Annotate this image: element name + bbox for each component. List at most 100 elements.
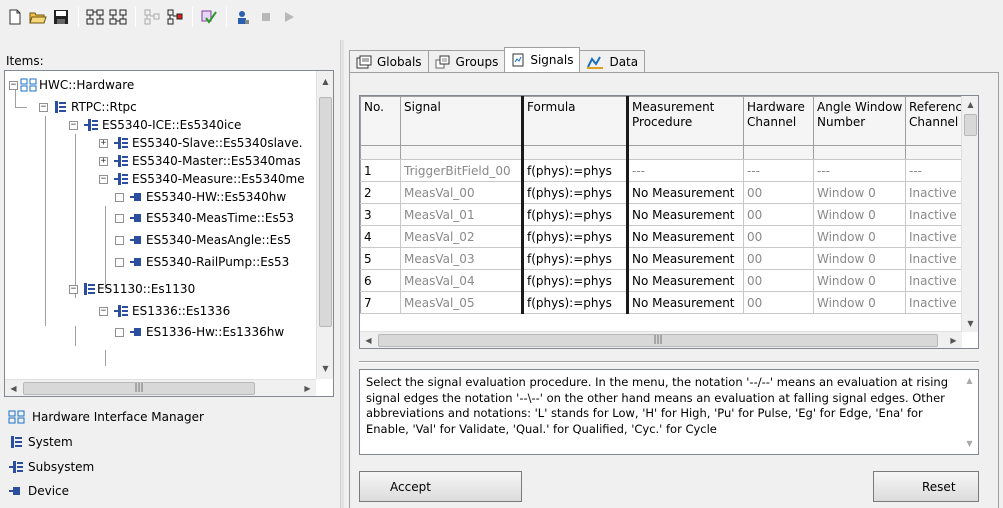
- scroll-up-icon[interactable]: ▲: [317, 73, 333, 90]
- table-row[interactable]: 5 MeasVal_03 f(phys):=phys No Measuremen…: [360, 247, 978, 270]
- tab-signals[interactable]: Signals: [504, 47, 581, 72]
- scroll-left-icon[interactable]: ◀: [5, 380, 22, 396]
- cell-hardware-channel[interactable]: 00: [743, 225, 814, 248]
- tree-item[interactable]: ES5340-HW::Es5340hw: [115, 188, 286, 206]
- tab-groups[interactable]: Groups: [427, 50, 506, 72]
- tree-item[interactable]: − ES1130::Es1130: [69, 280, 195, 298]
- description-scrollbar[interactable]: ▲ ▼: [961, 370, 978, 454]
- tree-item[interactable]: − ES1336::Es1336: [99, 302, 230, 320]
- scroll-down-icon[interactable]: ▼: [961, 435, 978, 452]
- tab-data[interactable]: Data: [579, 50, 646, 72]
- cell-measurement-procedure[interactable]: No Measurement: [626, 269, 744, 292]
- cell-measurement-procedure[interactable]: No Measurement: [626, 203, 744, 226]
- expand-icon[interactable]: +: [99, 156, 108, 166]
- cell-angle-window[interactable]: Window 0: [813, 203, 906, 226]
- cell-angle-window[interactable]: Window 0: [813, 269, 906, 292]
- new-file-icon[interactable]: [4, 6, 26, 28]
- table-row[interactable]: 6 MeasVal_04 f(phys):=phys No Measuremen…: [360, 269, 978, 292]
- cell-measurement-procedure[interactable]: No Measurement: [626, 181, 744, 204]
- scroll-right-icon[interactable]: ▶: [299, 380, 316, 396]
- panel-splitter[interactable]: [340, 40, 344, 508]
- table-row[interactable]: 4 MeasVal_02 f(phys):=phys No Measuremen…: [360, 225, 978, 248]
- cell-formula[interactable]: f(phys):=phys: [521, 203, 628, 226]
- open-folder-icon[interactable]: [27, 6, 49, 28]
- scroll-right-icon[interactable]: ▶: [945, 332, 962, 348]
- check-icon[interactable]: [198, 6, 220, 28]
- cell-formula[interactable]: f(phys):=phys: [521, 181, 628, 204]
- cell-hardware-channel[interactable]: 00: [743, 181, 814, 204]
- tree-item[interactable]: ES5340-MeasAngle::Es5: [115, 231, 291, 249]
- tree-horizontal-scrollbar[interactable]: ◀ ||| ▶: [5, 379, 316, 396]
- checkbox[interactable]: [115, 327, 124, 337]
- scroll-thumb[interactable]: |||: [23, 382, 255, 395]
- tree-item[interactable]: − RTPC::Rtpc: [39, 98, 137, 116]
- cell-measurement-procedure[interactable]: No Measurement: [626, 291, 744, 314]
- cell-formula[interactable]: f(phys):=phys: [521, 291, 628, 314]
- cell-measurement-procedure[interactable]: ---: [626, 159, 744, 182]
- tree-item[interactable]: ES5340-RailPump::Es53: [115, 253, 289, 271]
- collapse-icon[interactable]: −: [39, 102, 48, 112]
- hardware-tree-2-icon[interactable]: [107, 6, 129, 28]
- collapse-icon[interactable]: −: [69, 284, 78, 294]
- cell-signal[interactable]: MeasVal_03: [400, 247, 523, 270]
- tree-disabled-icon[interactable]: [141, 6, 163, 28]
- stop-icon[interactable]: [255, 6, 277, 28]
- cell-hardware-channel[interactable]: 00: [743, 269, 814, 292]
- cell-angle-window[interactable]: Window 0: [813, 181, 906, 204]
- cell-signal[interactable]: TriggerBitField_00: [400, 159, 523, 182]
- scroll-left-icon[interactable]: ◀: [360, 332, 377, 348]
- checkbox[interactable]: [115, 192, 124, 202]
- cell-measurement-procedure[interactable]: No Measurement: [626, 247, 744, 270]
- header-signal[interactable]: Signal: [400, 96, 523, 146]
- cell-hardware-channel[interactable]: 00: [743, 203, 814, 226]
- header-angle-window-number[interactable]: Angle Window Number: [813, 96, 906, 146]
- header-measurement-procedure[interactable]: Measurement Procedure: [626, 96, 744, 146]
- scroll-thumb[interactable]: [319, 97, 332, 327]
- expand-icon[interactable]: +: [99, 138, 108, 148]
- table-row[interactable]: 7 MeasVal_05 f(phys):=phys No Measuremen…: [360, 291, 978, 314]
- cell-hardware-channel[interactable]: 00: [743, 247, 814, 270]
- collapse-icon[interactable]: −: [99, 174, 108, 184]
- cell-formula[interactable]: f(phys):=phys: [521, 225, 628, 248]
- accept-button[interactable]: Accept: [359, 471, 522, 502]
- cell-formula[interactable]: f(phys):=phys: [521, 247, 628, 270]
- scroll-down-icon[interactable]: ▼: [962, 315, 978, 332]
- reset-button[interactable]: Reset: [873, 471, 979, 502]
- cell-signal[interactable]: MeasVal_01: [400, 203, 523, 226]
- user-icon[interactable]: [232, 6, 254, 28]
- tree-item[interactable]: + ES5340-Master::Es5340mas: [99, 152, 301, 170]
- grid-horizontal-scrollbar[interactable]: ◀ ||| ▶: [360, 331, 962, 348]
- table-row[interactable]: 1 TriggerBitField_00 f(phys):=phys --- -…: [360, 159, 978, 182]
- collapse-icon[interactable]: −: [99, 306, 108, 316]
- table-row[interactable]: 2 MeasVal_00 f(phys):=phys No Measuremen…: [360, 181, 978, 204]
- cell-angle-window[interactable]: Window 0: [813, 247, 906, 270]
- checkbox[interactable]: [115, 257, 124, 267]
- tree-item[interactable]: − ES5340-ICE::Es5340ice: [69, 116, 241, 134]
- checkbox[interactable]: [115, 213, 124, 223]
- tree-vertical-scrollbar[interactable]: ▲ ▼: [316, 71, 333, 379]
- tree-item[interactable]: − ES5340-Measure::Es5340me: [99, 170, 305, 188]
- cell-signal[interactable]: MeasVal_00: [400, 181, 523, 204]
- cell-formula[interactable]: f(phys):=phys: [521, 159, 628, 182]
- tree-add-icon[interactable]: [164, 6, 186, 28]
- collapse-icon[interactable]: −: [69, 120, 78, 130]
- cell-signal[interactable]: MeasVal_04: [400, 269, 523, 292]
- scroll-up-icon[interactable]: ▲: [961, 372, 978, 389]
- cell-hardware-channel[interactable]: 00: [743, 291, 814, 314]
- scroll-down-icon[interactable]: ▼: [317, 360, 333, 377]
- checkbox[interactable]: [115, 235, 124, 245]
- header-formula[interactable]: Formula: [521, 96, 628, 146]
- signals-grid[interactable]: No. Signal Formula Measurement Procedure…: [359, 95, 979, 349]
- grid-vertical-scrollbar[interactable]: ▲ ▼: [961, 96, 978, 332]
- tree-item[interactable]: ES5340-MeasTime::Es53: [115, 209, 294, 227]
- tree-item[interactable]: ES1336-Hw::Es1336hw: [115, 323, 284, 341]
- scroll-up-icon[interactable]: ▲: [962, 96, 978, 113]
- cell-signal[interactable]: MeasVal_05: [400, 291, 523, 314]
- hardware-tree-icon[interactable]: [84, 6, 106, 28]
- cell-angle-window[interactable]: Window 0: [813, 225, 906, 248]
- header-hardware-channel[interactable]: Hardware Channel: [743, 96, 814, 146]
- cell-hardware-channel[interactable]: ---: [743, 159, 814, 182]
- grid-description-splitter[interactable]: [359, 361, 979, 363]
- scroll-thumb[interactable]: [964, 114, 977, 136]
- cell-measurement-procedure[interactable]: No Measurement: [626, 225, 744, 248]
